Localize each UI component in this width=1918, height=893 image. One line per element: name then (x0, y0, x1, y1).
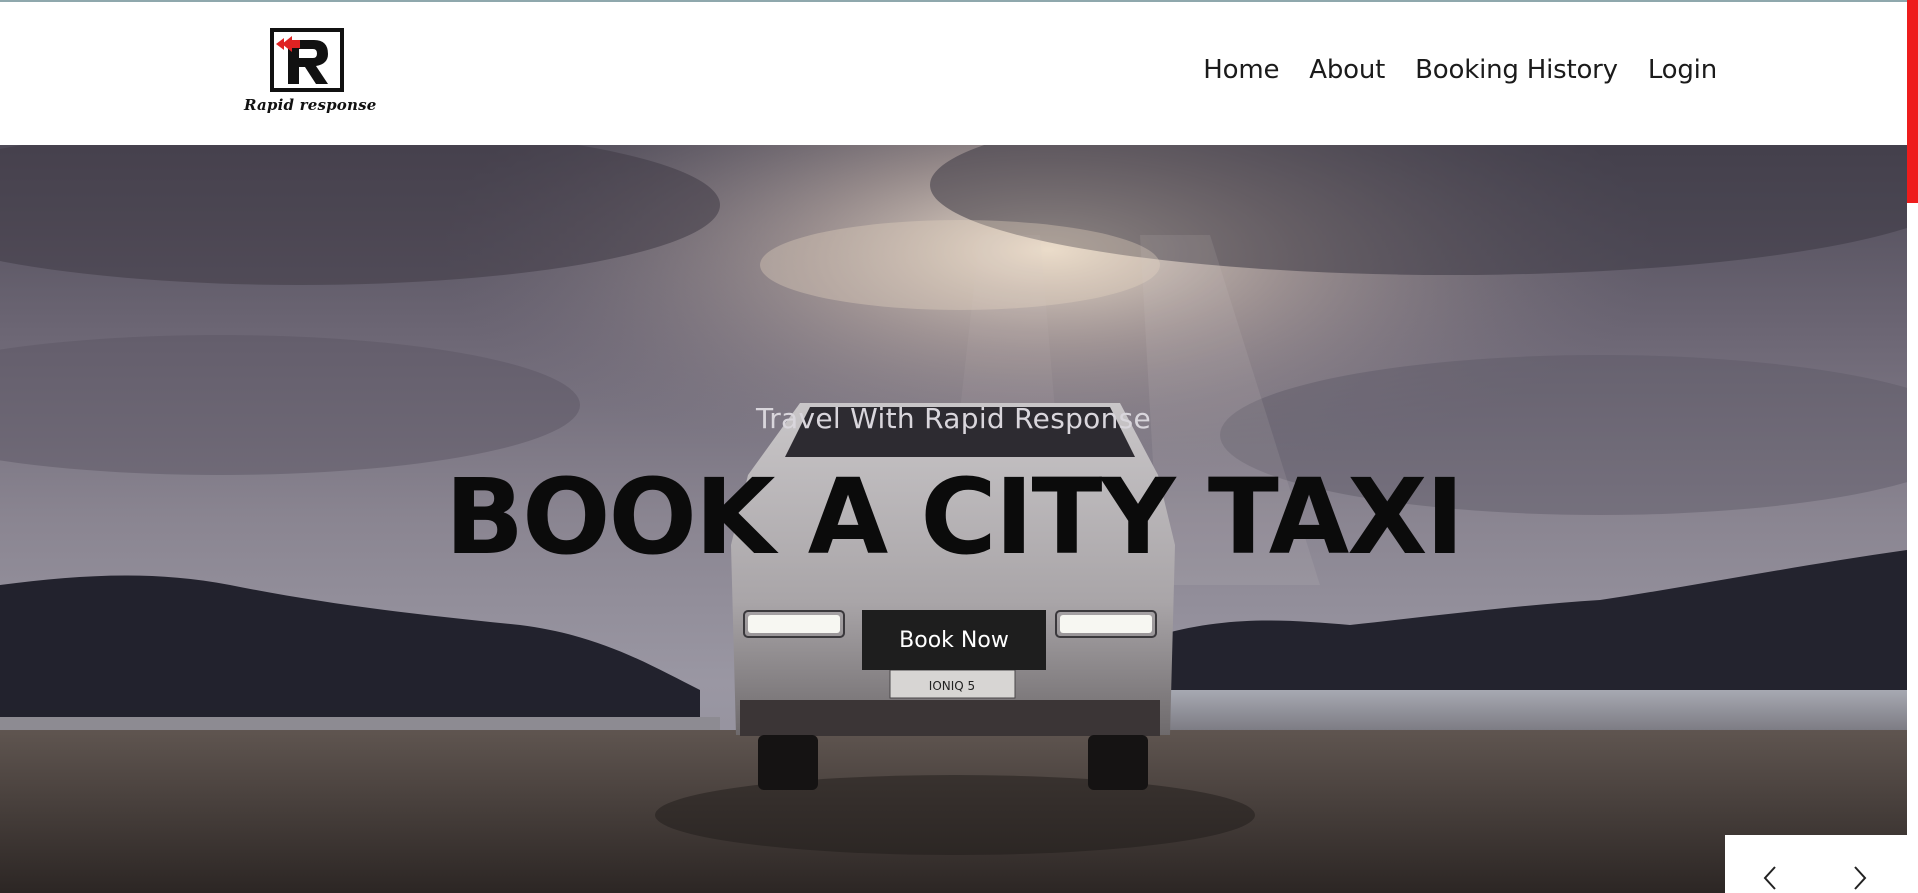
brand-name: Rapid response (244, 96, 377, 114)
page: Rapid response Home About Booking Histor… (0, 0, 1918, 893)
book-now-button[interactable]: Book Now (862, 610, 1046, 670)
brand-logo[interactable]: Rapid response (244, 28, 377, 118)
site-header: Rapid response Home About Booking Histor… (0, 2, 1907, 145)
scrollbar-track[interactable] (1907, 0, 1918, 893)
slider-controls (1725, 835, 1907, 893)
scrollbar-thumb[interactable] (1907, 0, 1918, 203)
chevron-right-icon[interactable] (1849, 863, 1871, 893)
license-plate-text: IONIQ 5 (929, 679, 975, 693)
hero-headline: BOOK A CITY TAXI (444, 456, 1464, 578)
nav-home[interactable]: Home (1203, 55, 1279, 85)
nav-login[interactable]: Login (1648, 55, 1717, 85)
hero-banner: IONIQ 5 Travel With Rapid Response BOOK … (0, 145, 1907, 893)
nav-booking-history[interactable]: Booking History (1415, 55, 1618, 85)
hero-tagline: Travel With Rapid Response (755, 402, 1152, 435)
rapid-response-logo-icon (270, 28, 344, 92)
main-nav: Home About Booking History Login (1203, 55, 1717, 85)
chevron-left-icon[interactable] (1759, 863, 1781, 893)
nav-about[interactable]: About (1309, 55, 1385, 85)
